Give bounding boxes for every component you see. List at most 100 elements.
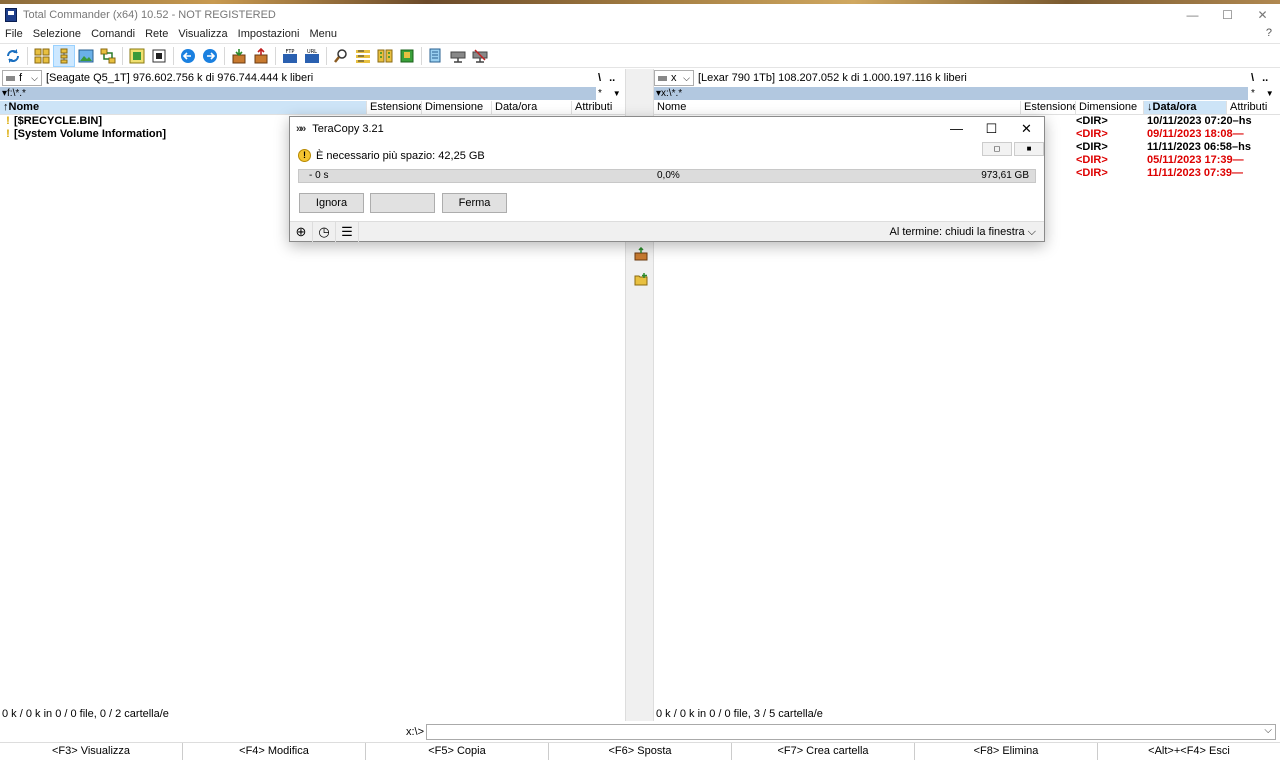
drive-icon bbox=[658, 75, 667, 81]
teracopy-titlebar[interactable]: »» TeraCopy 3.21 — ☐ ✕ bbox=[290, 117, 1044, 141]
file-row[interactable]: <DIR> 09/11/2023 18:08— bbox=[1076, 128, 1280, 141]
menu-file[interactable]: File bbox=[0, 28, 28, 40]
right-col-ext[interactable]: Estensione bbox=[1021, 101, 1076, 114]
left-path-bar[interactable]: ▾f:\*.* bbox=[0, 87, 596, 100]
archive-icon[interactable] bbox=[396, 45, 418, 67]
f8-delete-button[interactable]: <F8> Elimina bbox=[915, 743, 1098, 760]
teracopy-footer: ⊕ ◷ ☰ Al termine: chiudi la finestra ⌵ bbox=[290, 221, 1044, 242]
right-up-button[interactable]: .. bbox=[1262, 72, 1268, 84]
ftp-connect-icon[interactable]: FTP bbox=[279, 45, 301, 67]
teracopy-minimize-button[interactable]: — bbox=[939, 117, 974, 141]
forward-icon[interactable] bbox=[199, 45, 221, 67]
left-status-bar: 0 k / 0 k in 0 / 0 file, 0 / 2 cartella/… bbox=[2, 708, 169, 720]
file-row[interactable]: <DIR> 11/11/2023 06:58–hs bbox=[1076, 141, 1280, 154]
new-folder-icon[interactable] bbox=[633, 272, 649, 288]
file-row[interactable]: <DIR> 11/11/2023 07:39— bbox=[1076, 167, 1280, 180]
right-filter-button[interactable]: * bbox=[1251, 88, 1255, 99]
total-commander-app-icon bbox=[5, 8, 17, 22]
minimize-button[interactable]: — bbox=[1175, 4, 1210, 26]
close-button[interactable]: ✕ bbox=[1245, 4, 1280, 26]
sync-dirs-icon[interactable] bbox=[97, 45, 119, 67]
on-finish-dropdown[interactable]: Al termine: chiudi la finestra ⌵ bbox=[889, 222, 1036, 242]
teracopy-close-button[interactable]: ✕ bbox=[1009, 117, 1044, 141]
toolbar-separator bbox=[27, 46, 28, 65]
teracopy-pause-button[interactable]: ◻ bbox=[982, 142, 1012, 156]
f4-edit-button[interactable]: <F4> Modifica bbox=[183, 743, 366, 760]
copy-names-icon[interactable] bbox=[425, 45, 447, 67]
menu-rete[interactable]: Rete bbox=[140, 28, 173, 40]
disconnect-icon[interactable] bbox=[469, 45, 491, 67]
teracopy-stop-small-button[interactable]: ■ bbox=[1014, 142, 1044, 156]
left-drive-select[interactable]: f ⌵ bbox=[2, 70, 42, 86]
left-history-button[interactable]: ▼ bbox=[613, 89, 621, 98]
find-icon[interactable] bbox=[330, 45, 352, 67]
thumbnails-icon[interactable] bbox=[75, 45, 97, 67]
left-path-tools: * ▼ bbox=[598, 87, 624, 100]
toolbar-separator bbox=[173, 46, 174, 65]
f6-move-button[interactable]: <F6> Sposta bbox=[549, 743, 732, 760]
history-icon[interactable]: ◷ bbox=[313, 221, 336, 242]
right-history-button[interactable]: ▼ bbox=[1266, 89, 1274, 98]
file-date: 11/11/2023 07:39— bbox=[1147, 167, 1244, 179]
pack-icon[interactable] bbox=[228, 45, 250, 67]
left-drive-nav: \ .. bbox=[598, 69, 624, 87]
refresh-icon[interactable] bbox=[2, 45, 24, 67]
right-drive-info: [Lexar 790 1Tb] 108.207.052 k di 1.000.1… bbox=[698, 72, 967, 84]
function-key-bar: <F3> Visualizza <F4> Modifica <F5> Copia… bbox=[0, 742, 1280, 760]
brief-view-icon[interactable] bbox=[31, 45, 53, 67]
unpack-icon[interactable] bbox=[250, 45, 272, 67]
compare-icon[interactable] bbox=[126, 45, 148, 67]
left-up-button[interactable]: .. bbox=[609, 72, 615, 84]
window-titlebar[interactable]: Total Commander (x64) 10.52 - NOT REGIST… bbox=[0, 4, 1280, 26]
menu-visualizza[interactable]: Visualizza bbox=[173, 28, 232, 40]
menu-comandi[interactable]: Comandi bbox=[86, 28, 140, 40]
f3-view-button[interactable]: <F3> Visualizza bbox=[0, 743, 183, 760]
right-path-bar[interactable]: ▾x:\*.* bbox=[654, 87, 1248, 100]
back-icon[interactable] bbox=[177, 45, 199, 67]
right-root-button[interactable]: \ bbox=[1251, 72, 1254, 84]
menu-bar: File Selezione Comandi Rete Visualizza I… bbox=[0, 26, 1280, 42]
right-col-attr[interactable]: Attributi bbox=[1227, 101, 1280, 114]
left-col-name[interactable]: ↑Nome bbox=[0, 101, 367, 114]
left-root-button[interactable]: \ bbox=[598, 72, 601, 84]
add-files-icon[interactable]: ⊕ bbox=[290, 221, 313, 242]
menu-impostazioni[interactable]: Impostazioni bbox=[233, 28, 305, 40]
net-drive-icon[interactable] bbox=[447, 45, 469, 67]
right-column-headers: Nome Estensione Dimensione ↓Data/ora Att… bbox=[654, 101, 1280, 115]
menu-selezione[interactable]: Selezione bbox=[28, 28, 86, 40]
right-col-size[interactable]: Dimensione bbox=[1076, 101, 1144, 114]
left-col-ext[interactable]: Estensione bbox=[367, 101, 422, 114]
progress-time-left: - 0 s bbox=[309, 170, 329, 181]
file-row[interactable]: <DIR> 10/11/2023 07:20–hs bbox=[1076, 115, 1280, 128]
multi-rename-icon[interactable] bbox=[352, 45, 374, 67]
teracopy-maximize-button[interactable]: ☐ bbox=[974, 117, 1009, 141]
move-to-other-panel-icon[interactable] bbox=[633, 246, 649, 263]
file-row[interactable]: <DIR> 05/11/2023 17:39— bbox=[1076, 154, 1280, 167]
f5-copy-button[interactable]: <F5> Copia bbox=[366, 743, 549, 760]
tree-view-icon[interactable] bbox=[53, 44, 75, 67]
f7-new-folder-button[interactable]: <F7> Crea cartella bbox=[732, 743, 915, 760]
alt-f4-exit-button[interactable]: <Alt>+<F4> Esci bbox=[1098, 743, 1280, 760]
maximize-button[interactable]: ☐ bbox=[1210, 4, 1245, 26]
menu-menu[interactable]: Menu bbox=[304, 28, 342, 40]
file-size: <DIR> bbox=[1076, 115, 1108, 127]
stop-button[interactable]: Ferma bbox=[442, 193, 507, 213]
menu-icon[interactable]: ☰ bbox=[336, 221, 359, 242]
left-col-size[interactable]: Dimensione bbox=[422, 101, 492, 114]
right-drive-select[interactable]: x ⌵ bbox=[654, 70, 694, 86]
blank-button[interactable] bbox=[370, 193, 435, 213]
file-name: [System Volume Information] bbox=[14, 128, 166, 140]
left-col-attr[interactable]: Attributi bbox=[572, 101, 625, 114]
compare-dirs-icon[interactable] bbox=[374, 45, 396, 67]
ignore-button[interactable]: Ignora bbox=[299, 193, 364, 213]
chevron-down-icon[interactable]: ⌵ bbox=[1264, 725, 1272, 736]
command-input[interactable]: ⌵ bbox=[426, 724, 1276, 740]
right-col-name[interactable]: Nome bbox=[654, 101, 1021, 114]
left-col-date[interactable]: Data/ora bbox=[492, 101, 572, 114]
right-col-date[interactable]: ↓Data/ora bbox=[1144, 101, 1227, 114]
toolbar: FTP URL bbox=[0, 43, 1280, 68]
menu-help[interactable]: ? bbox=[1266, 27, 1272, 39]
url-connect-icon[interactable]: URL bbox=[301, 45, 323, 67]
left-filter-button[interactable]: * bbox=[598, 88, 602, 99]
notepad-icon[interactable] bbox=[148, 45, 170, 67]
